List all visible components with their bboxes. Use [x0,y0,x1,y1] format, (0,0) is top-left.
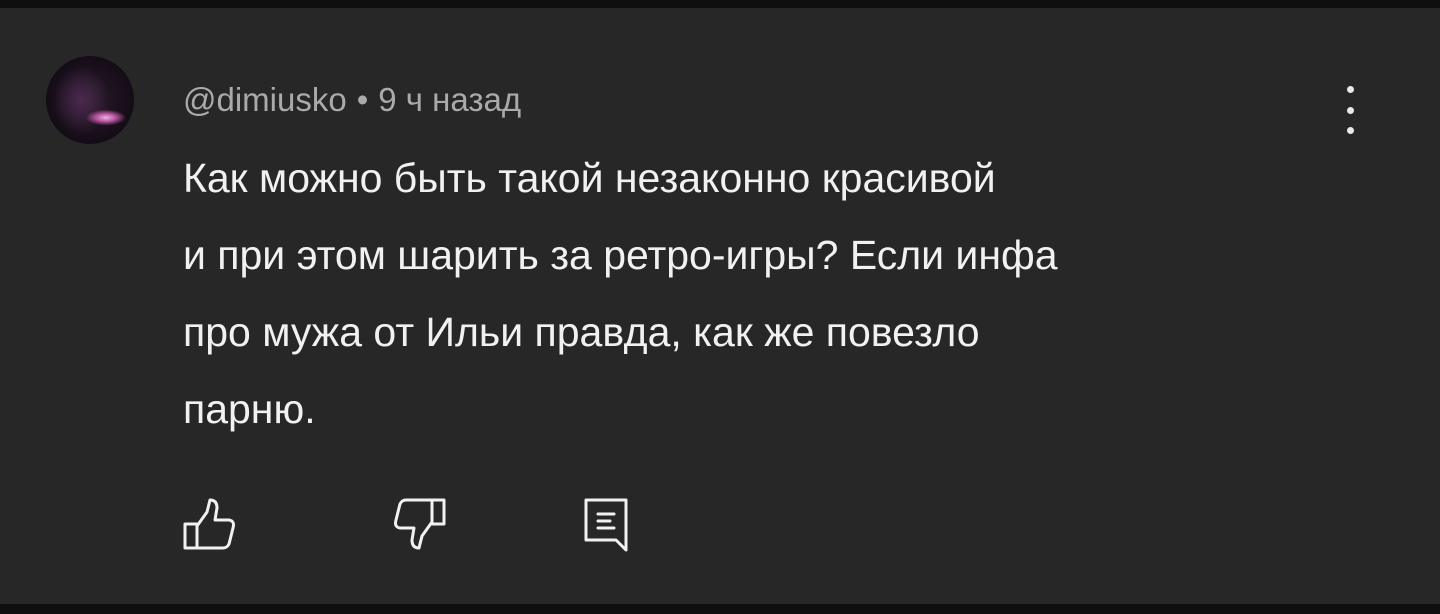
meta-separator: • [356,81,369,118]
comment-text-line: Как можно быть такой незаконно красивой [183,155,996,201]
comment-text-line: парню. [183,386,316,432]
dislike-button[interactable] [392,494,448,554]
like-button[interactable] [181,494,237,554]
reply-button[interactable] [578,494,634,554]
comment-text-line: и при этом шарить за ретро-игры? Если ин… [183,232,1058,278]
more-vert-icon[interactable] [1330,86,1370,134]
comment-text: Как можно быть такой незаконно красивой … [183,140,1363,448]
comment-time[interactable]: 9 ч назад [378,81,521,119]
menu-dot [1346,106,1354,114]
author-name[interactable]: @dimiusko [183,81,347,119]
thumb-down-icon [394,498,446,550]
avatar[interactable] [46,56,134,144]
reply-comment-icon [584,498,628,552]
thumb-up-icon [183,498,235,550]
menu-dot [1346,86,1354,93]
comment-meta: @dimiusko • 9 ч назад [183,78,521,122]
comment-text-line: про мужа от Ильи правда, как же повезло [183,309,980,355]
comment-card: @dimiusko • 9 ч назад Как можно быть так… [0,8,1440,604]
menu-dot [1346,127,1354,134]
